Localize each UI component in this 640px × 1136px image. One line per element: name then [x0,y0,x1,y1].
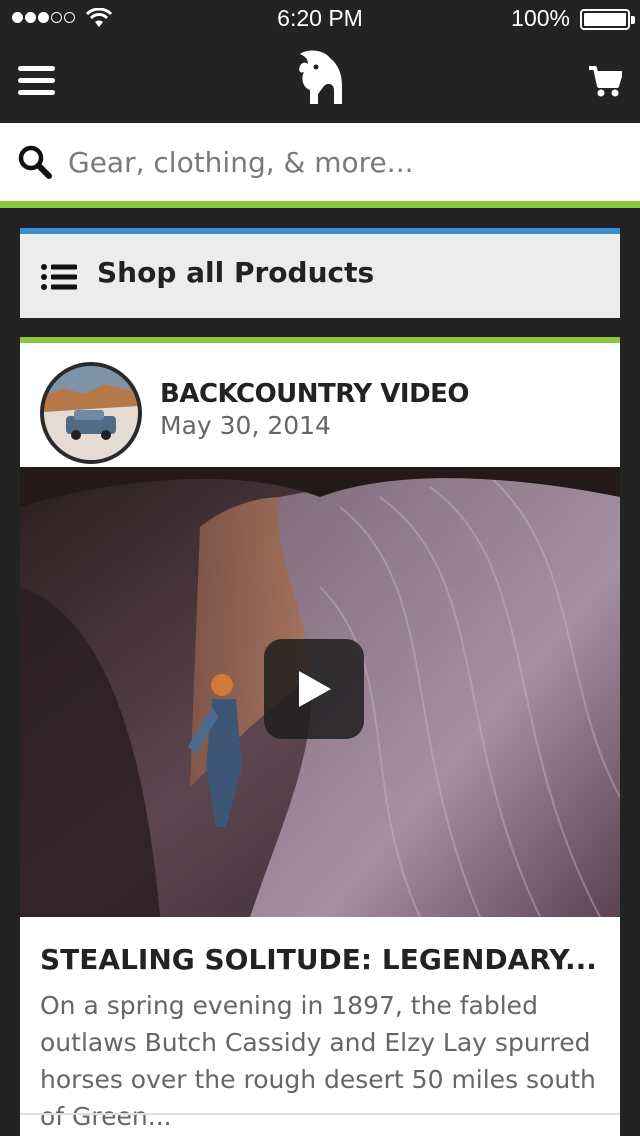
post-date: May 30, 2014 [160,411,331,440]
play-icon [299,671,331,707]
shop-all-label: Shop all Products [97,256,375,289]
search-bar [0,123,640,201]
shopping-cart-icon[interactable] [588,64,622,98]
status-bar: 6:20 PM 100% [0,0,640,40]
hamburger-menu-icon[interactable] [18,66,55,96]
post-source[interactable]: BACKCOUNTRY VIDEO [160,379,470,409]
battery-percentage: 100% [511,5,570,31]
search-input[interactable] [68,133,618,191]
shop-all-products-button[interactable]: Shop all Products [20,228,620,318]
search-accent-bar [0,201,640,208]
list-icon [41,264,77,290]
nav-bar [0,40,640,123]
goat-logo-icon[interactable] [294,50,346,106]
play-button[interactable] [264,639,364,739]
post-title[interactable]: STEALING SOLITUDE: LEGENDARY... [40,943,610,976]
search-icon [18,145,52,179]
avatar [40,362,142,464]
video-thumbnail[interactable] [20,467,620,917]
battery-icon [580,9,635,30]
divider [20,1113,620,1115]
feed-card[interactable]: BACKCOUNTRY VIDEO May 30, 2014 STEALING … [20,337,620,1136]
